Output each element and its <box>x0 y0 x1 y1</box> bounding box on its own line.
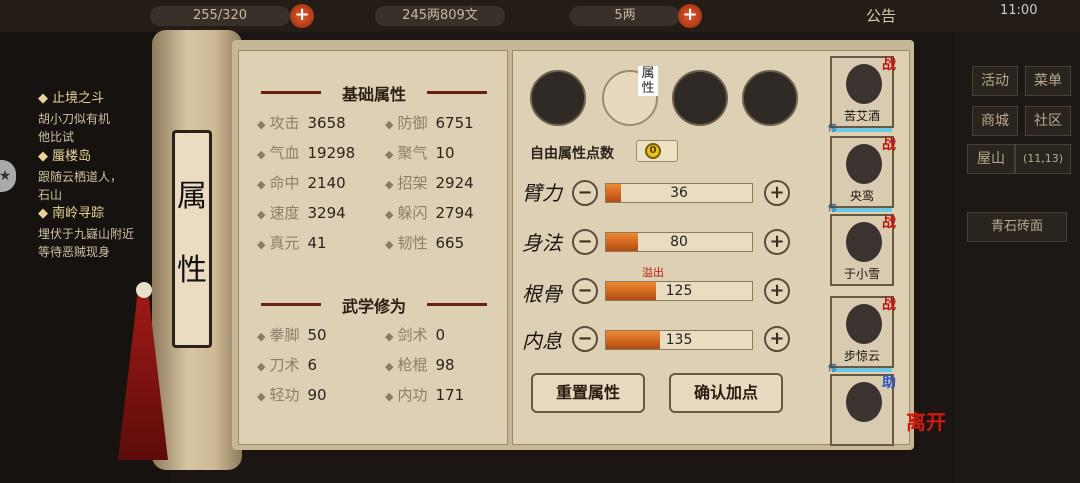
stat-accuracy: ◆ 命中 2140 <box>257 174 346 192</box>
party-member[interactable]: 步惊云战修 <box>828 296 896 374</box>
avatar <box>846 382 882 422</box>
overflow-label: 溢出 <box>642 266 664 279</box>
stat-spear: ◆ 枪棍 98 <box>385 356 455 374</box>
avatar <box>846 222 882 262</box>
stat-sword: ◆ 剑术 0 <box>385 326 446 344</box>
confirm-points-button[interactable]: 确认加点 <box>669 373 783 413</box>
leave-button[interactable]: 离开 <box>906 406 946 435</box>
avatar <box>846 64 882 104</box>
basic-stats-title: 基础属性 <box>341 85 406 104</box>
stats-panel: 基础属性 ◆ 攻击 3658 ◆ 防御 6751 ◆ 气血 19298 ◆ 聚气 10 ◆ 命中 2… <box>238 50 508 445</box>
reset-attributes-button[interactable]: 重置属性 <box>531 373 645 413</box>
avatar <box>846 304 882 344</box>
location-name: 屋山 <box>967 144 1015 174</box>
plus-button[interactable]: + <box>764 278 790 304</box>
quest-desc: 等待恶贼现身 <box>38 245 111 259</box>
avatar <box>846 144 882 184</box>
activity-button[interactable]: 活动 <box>972 66 1018 96</box>
meridian-tab-icon[interactable] <box>742 70 798 126</box>
community-button[interactable]: 社区 <box>1025 106 1071 136</box>
quest-title[interactable]: ◆ 南岭寻踪 <box>38 205 104 223</box>
stat-toughness: ◆ 韧性 665 <box>385 234 465 252</box>
attr-name: 臂力 <box>522 181 562 205</box>
attr-name: 身法 <box>522 231 562 255</box>
tile-info: 青石砖面 <box>967 212 1067 242</box>
martial-stats-title: 武学修为 <box>341 297 406 316</box>
attr-name: 内息 <box>522 329 562 353</box>
stat-speed: ◆ 速度 3294 <box>257 204 346 222</box>
add-stamina-button[interactable]: + <box>290 4 314 28</box>
bagua-tab-icon[interactable] <box>672 70 728 126</box>
quest-desc: 胡小刀似有机 <box>38 112 111 126</box>
character-tab-icon[interactable] <box>530 70 586 126</box>
quest-title[interactable]: ◆ 蜃楼岛 <box>38 148 91 166</box>
stat-defense: ◆ 防御 6751 <box>385 114 474 132</box>
scroll-title: 属 性 <box>172 130 212 348</box>
stat-lightness: ◆ 轻功 90 <box>257 386 327 404</box>
plus-button[interactable]: + <box>764 180 790 206</box>
minus-button[interactable]: − <box>572 278 598 304</box>
attr-bar: 36 <box>605 183 753 203</box>
clock: 11:00 <box>1000 3 1038 18</box>
stat-true-essence: ◆ 真元 41 <box>257 234 327 252</box>
stat-focus: ◆ 聚气 10 <box>385 144 455 162</box>
stat-dodge: ◆ 躲闪 2794 <box>385 204 474 222</box>
attr-bar: 80 <box>605 232 753 252</box>
quest-desc: 石山 <box>38 188 63 202</box>
gold-display: 5两 <box>570 6 680 26</box>
stat-hp: ◆ 气血 19298 <box>257 144 356 162</box>
notice-button[interactable]: 公告 <box>866 5 896 26</box>
top-resource-bar: 255/320 + 245两809文 5两 + 公告 11:00 <box>0 0 1080 32</box>
menu-button[interactable]: 菜单 <box>1025 66 1071 96</box>
party-member[interactable]: 央鸾战修 <box>828 136 896 214</box>
attribute-tab-label: 属性 <box>638 66 658 96</box>
party-member[interactable]: 于小雪战 <box>830 214 896 286</box>
quest-title[interactable]: ◆ 止境之斗 <box>38 90 104 108</box>
stamina-display: 255/320 <box>150 6 290 26</box>
minus-button[interactable]: − <box>572 180 598 206</box>
stat-attack: ◆ 攻击 3658 <box>257 114 346 132</box>
free-points-value: 0 <box>645 143 661 159</box>
attr-bar: 135 <box>605 330 753 350</box>
minus-button[interactable]: − <box>572 326 598 352</box>
stat-parry: ◆ 招架 2924 <box>385 174 474 192</box>
free-points-label: 自由属性点数 <box>530 146 614 162</box>
plus-button[interactable]: + <box>764 229 790 255</box>
minus-button[interactable]: − <box>572 229 598 255</box>
stat-inner: ◆ 内功 171 <box>385 386 465 404</box>
stat-blade: ◆ 刀术 6 <box>257 356 318 374</box>
party-member[interactable]: 助 <box>830 374 896 446</box>
attr-name: 根骨 <box>522 282 562 306</box>
shop-button[interactable]: 商城 <box>972 106 1018 136</box>
add-gold-button[interactable]: + <box>678 4 702 28</box>
quest-desc: 他比试 <box>38 130 75 144</box>
plus-button[interactable]: + <box>764 326 790 352</box>
money-display: 245两809文 <box>375 6 505 26</box>
location-coords: (11,13) <box>1015 144 1071 174</box>
party-member[interactable]: 苦艾酒战修 <box>828 56 896 134</box>
quest-desc: 跟随云栖道人， <box>38 170 123 184</box>
stat-fist: ◆ 拳脚 50 <box>257 326 327 344</box>
attr-bar: 125 <box>605 281 753 301</box>
bead-decoration <box>136 282 152 298</box>
right-menu-panel: 活动 菜单 商城 社区 屋山 (11,13) 青石砖面 <box>955 32 1080 483</box>
quest-desc: 埋伏于九嶷山附近 <box>38 227 135 241</box>
